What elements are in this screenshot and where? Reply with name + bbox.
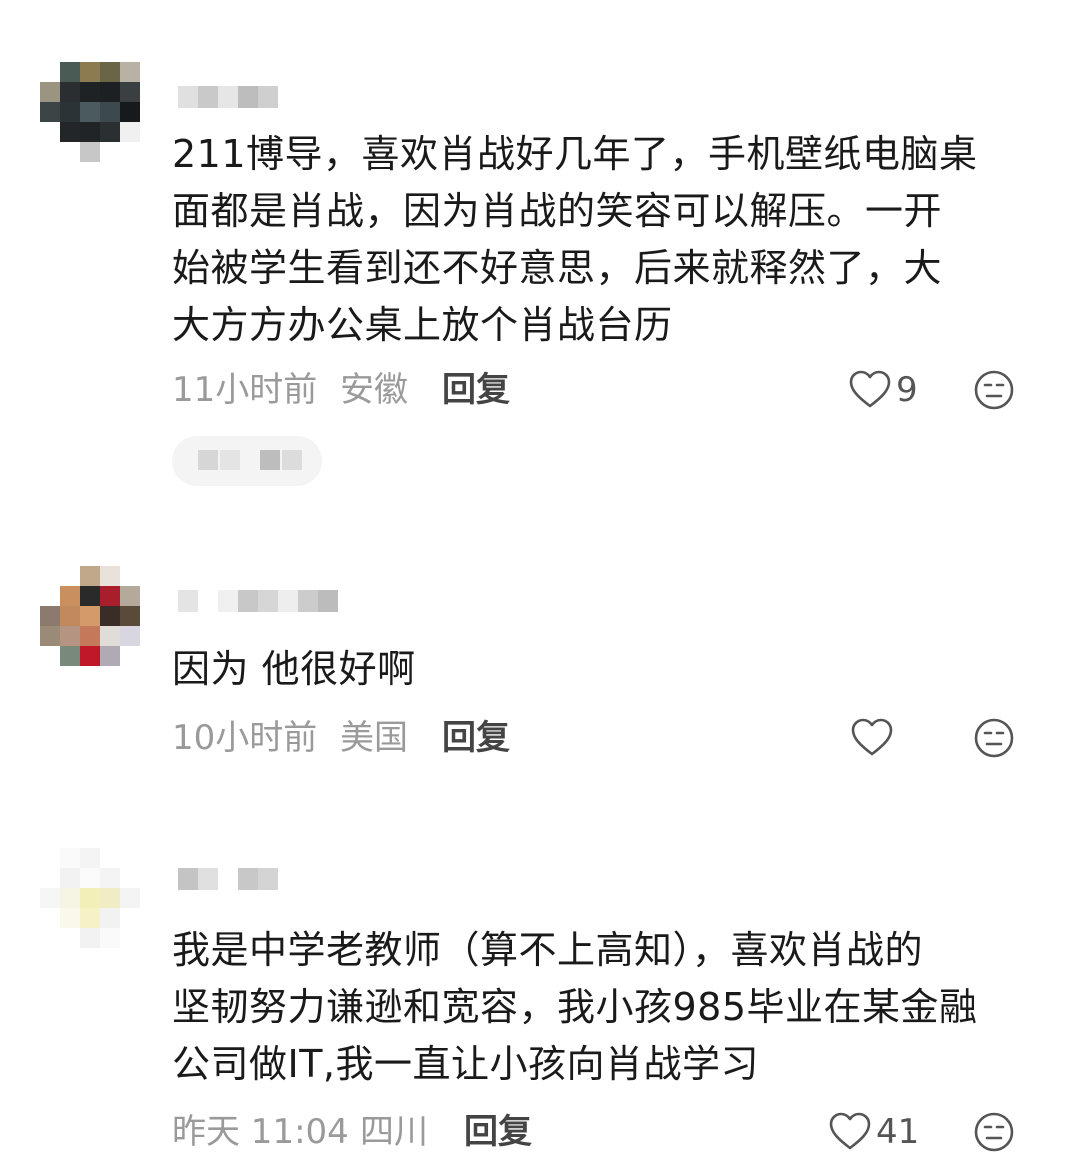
heart-outline-icon [849, 370, 891, 408]
like-count: 9 [896, 370, 918, 410]
reply-button[interactable]: 回复 [464, 1108, 532, 1156]
comment-location: 安徽 [340, 370, 408, 410]
like-button[interactable] [850, 714, 898, 762]
comment-text: 211博导，喜欢肖战好几年了，手机壁纸电脑桌 面都是肖战，因为肖战的笑容可以解压… [172, 132, 978, 347]
comment-time: 11小时前 [172, 370, 318, 410]
heart-outline-icon [829, 1112, 871, 1150]
comment-meta: 11小时前 安徽 回复 9 [172, 366, 1052, 414]
face-neutral-icon[interactable] [972, 368, 1016, 412]
username[interactable] [178, 86, 278, 108]
like-button[interactable]: 9 [848, 366, 918, 414]
comment-meta: 10小时前 美国 回复 [172, 714, 1052, 762]
sub-replies-preview[interactable] [172, 436, 322, 486]
reply-button[interactable]: 回复 [442, 366, 510, 414]
comment-text: 因为 他很好啊 [172, 647, 416, 691]
avatar[interactable] [40, 566, 140, 666]
username[interactable] [178, 868, 278, 890]
face-neutral-icon[interactable] [972, 716, 1016, 760]
face-neutral-icon[interactable] [972, 1110, 1016, 1154]
reply-button[interactable]: 回复 [442, 714, 510, 762]
like-button[interactable]: 41 [828, 1108, 919, 1156]
like-count: 41 [876, 1112, 920, 1152]
comment-location: 四川 [360, 1112, 428, 1152]
comment-time: 昨天 11:04 [172, 1112, 349, 1152]
avatar[interactable] [40, 848, 140, 948]
heart-outline-icon [851, 718, 893, 756]
username[interactable] [178, 590, 338, 612]
comment-text: 我是中学老教师（算不上高知），喜欢肖战的 坚韧努力谦逊和宽容，我小孩985毕业在… [172, 928, 978, 1086]
comment-meta: 昨天 11:04 四川 回复 41 [172, 1108, 1052, 1156]
comment-time: 10小时前 [172, 718, 318, 758]
avatar[interactable] [40, 62, 140, 162]
comment-location: 美国 [340, 718, 408, 758]
